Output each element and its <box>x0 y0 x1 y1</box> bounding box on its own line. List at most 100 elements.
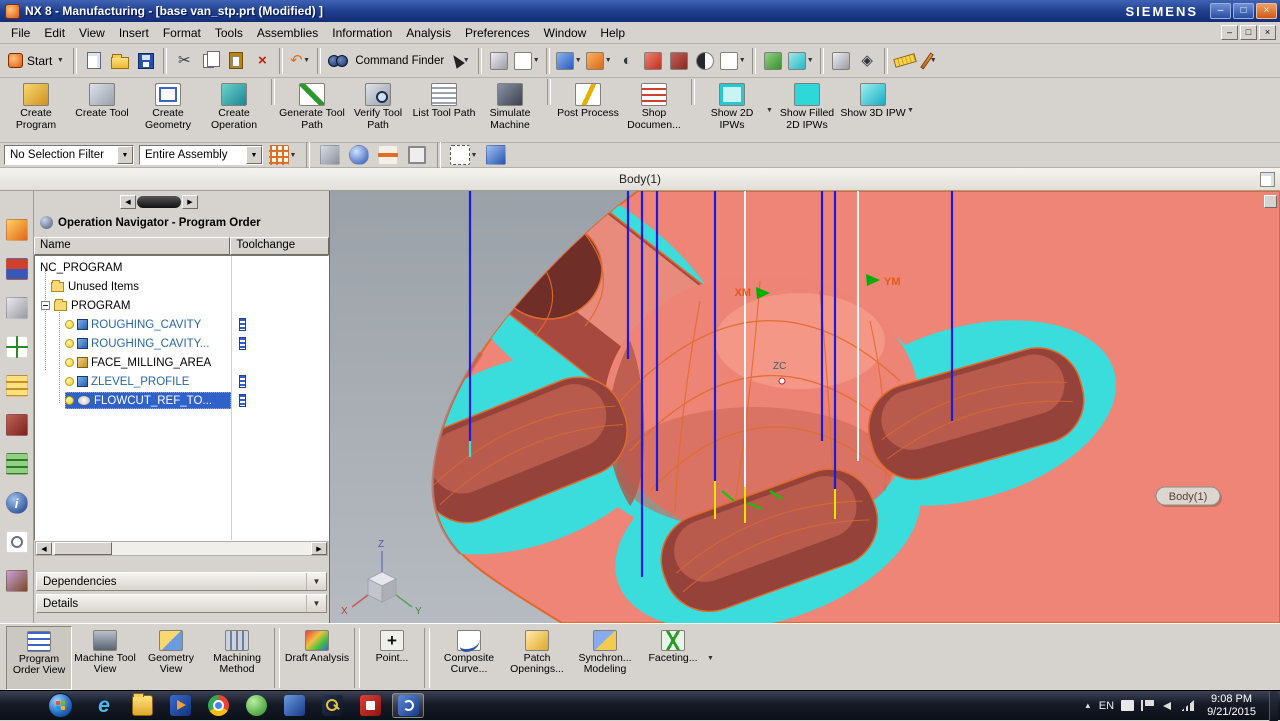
taskbar-ie-button[interactable]: e <box>88 693 120 718</box>
simulate-machine-button[interactable]: Simulate Machine <box>477 79 543 141</box>
taskbar-explorer-button[interactable] <box>126 693 158 718</box>
menu-insert[interactable]: Insert <box>112 23 156 43</box>
collapse-minus-icon[interactable] <box>41 301 50 310</box>
hd3d-tools-icon[interactable] <box>5 414 28 436</box>
keyboard-icon[interactable] <box>1121 700 1135 711</box>
snap-view-button[interactable] <box>487 48 511 74</box>
faceting-button[interactable]: Faceting... <box>640 626 706 690</box>
save-button[interactable] <box>134 48 158 74</box>
roles-pencil-icon[interactable] <box>5 219 28 241</box>
tree-row[interactable]: ROUGHING_CAVITY <box>35 315 328 334</box>
close-button[interactable]: × <box>1256 3 1277 19</box>
palette-icon[interactable] <box>5 570 28 592</box>
delete-button[interactable]: × <box>250 48 274 74</box>
reuse-library-icon[interactable] <box>5 375 28 397</box>
copy-button[interactable] <box>198 48 222 74</box>
create-geometry-button[interactable]: Create Geometry <box>135 79 201 141</box>
column-header-name[interactable]: Name <box>34 237 231 255</box>
part-navigator-icon[interactable] <box>5 336 28 358</box>
details-section-bar[interactable]: Details ▼ <box>36 594 327 613</box>
menu-window[interactable]: Window <box>537 23 594 43</box>
point-button[interactable]: + Point... <box>364 626 420 690</box>
taskbar-media-player-button[interactable] <box>164 693 196 718</box>
tree-row[interactable]: Unused Items <box>35 277 328 296</box>
edit-object-display-button[interactable]: ◈ <box>855 48 879 74</box>
taskbar-chrome-button[interactable] <box>202 693 234 718</box>
tree-row[interactable]: ROUGHING_CAVITY... <box>35 334 328 353</box>
create-operation-button[interactable]: Create Operation <box>201 79 267 141</box>
wireframe-button[interactable]: ▼ <box>719 48 747 74</box>
show-desktop-button[interactable] <box>1269 690 1278 721</box>
new-file-button[interactable] <box>82 48 106 74</box>
machine-tool-view-button[interactable]: Machine Tool View <box>72 626 138 690</box>
show-2d-ipws-dropdown[interactable]: ▼ <box>765 79 774 141</box>
section-view-button[interactable]: ◐ <box>615 48 639 74</box>
geometry-view-button[interactable]: Geometry View <box>138 626 204 690</box>
show-3d-ipw-dropdown[interactable]: ▼ <box>906 79 915 141</box>
menu-tools[interactable]: Tools <box>208 23 250 43</box>
start-menu-button[interactable]: Start ▼ <box>4 51 68 70</box>
draft-analysis-button[interactable]: Draft Analysis <box>284 626 350 690</box>
create-tool-button[interactable]: Create Tool <box>69 79 135 141</box>
taskbar-green-app-button[interactable] <box>240 693 272 718</box>
taskbar-clock[interactable]: 9:08 PM 9/21/2015 <box>1201 693 1262 719</box>
scroll-right-button[interactable]: ▶ <box>182 194 198 209</box>
patch-openings-button[interactable]: Patch Openings... <box>504 626 570 690</box>
shop-documentation-button[interactable]: Shop Documen... <box>621 79 687 141</box>
menu-information[interactable]: Information <box>325 23 399 43</box>
network-icon[interactable] <box>1181 700 1195 711</box>
info-icon[interactable]: i <box>5 492 28 514</box>
navigator-horizontal-scrollbar[interactable]: ◀ ▶ <box>35 541 328 556</box>
chain-select-button[interactable] <box>405 142 429 168</box>
menu-help[interactable]: Help <box>593 23 632 43</box>
mdi-close-button[interactable]: × <box>1259 25 1276 40</box>
composite-curve-button[interactable]: Composite Curve... <box>434 626 504 690</box>
graphics-viewport[interactable]: XM YM ZC Z X Y Body(1) <box>330 191 1280 623</box>
assembly-navigator-icon[interactable] <box>5 258 28 280</box>
cue-page-icon[interactable] <box>1260 171 1275 187</box>
show-3d-ipw-button[interactable]: Show 3D IPW <box>840 79 906 141</box>
window-split-button[interactable] <box>829 48 853 74</box>
chevron-down-icon[interactable]: ▼ <box>246 146 262 164</box>
scroll-left-button[interactable]: ◀ <box>120 194 136 209</box>
menu-preferences[interactable]: Preferences <box>458 23 537 43</box>
open-file-button[interactable] <box>108 48 132 74</box>
tray-expand-icon[interactable]: ▲ <box>1084 701 1092 710</box>
command-finder-button[interactable] <box>326 48 350 74</box>
verify-tool-path-button[interactable]: Verify Tool Path <box>345 79 411 141</box>
constraint-navigator-icon[interactable] <box>5 297 28 319</box>
rendering-style-button[interactable]: ▼ <box>585 48 613 74</box>
show-filled-2d-ipws-button[interactable]: Show Filled 2D IPWs <box>774 79 840 141</box>
chevron-down-icon[interactable]: ▼ <box>306 595 326 612</box>
language-indicator[interactable]: EN <box>1099 700 1114 712</box>
taskbar-red-app-button[interactable] <box>354 693 386 718</box>
machining-method-view-button[interactable]: Machining Method <box>204 626 270 690</box>
scrollbar-left-button[interactable]: ◀ <box>36 542 52 555</box>
print-button[interactable]: ▼ <box>513 48 541 74</box>
plant-view-button[interactable] <box>761 48 785 74</box>
program-order-view-button[interactable]: Program Order View <box>6 626 72 690</box>
menu-analysis[interactable]: Analysis <box>399 23 458 43</box>
measure-button[interactable] <box>893 48 918 74</box>
tree-row[interactable]: FACE_MILLING_AREA <box>35 353 328 372</box>
list-tool-path-button[interactable]: List Tool Path <box>411 79 477 141</box>
datum-button[interactable] <box>641 48 665 74</box>
interlock-button[interactable] <box>318 142 342 168</box>
menu-edit[interactable]: Edit <box>37 23 72 43</box>
selection-scope-combobox[interactable]: Entire Assembly ▼ <box>139 145 263 165</box>
post-process-button[interactable]: Post Process <box>555 79 621 141</box>
selection-arrow-button[interactable]: ▼ <box>449 48 473 74</box>
action-center-flag-icon[interactable] <box>1141 700 1155 711</box>
volume-icon[interactable] <box>1161 700 1174 711</box>
layers-icon[interactable] <box>5 453 28 475</box>
sphere-snap-button[interactable] <box>347 142 371 168</box>
menu-file[interactable]: File <box>4 23 37 43</box>
rectangle-select-button[interactable]: ▼ <box>449 142 479 168</box>
tree-row[interactable]: PROGRAM <box>35 296 328 315</box>
start-orb-button[interactable] <box>48 693 73 718</box>
chevron-down-icon[interactable]: ▼ <box>306 573 326 590</box>
synchronous-modeling-button[interactable]: Synchron... Modeling <box>570 626 640 690</box>
view-orientation-button[interactable]: ▼ <box>555 48 583 74</box>
chevron-down-icon[interactable]: ▼ <box>117 146 133 164</box>
scrollbar-right-button[interactable]: ▶ <box>311 542 327 555</box>
